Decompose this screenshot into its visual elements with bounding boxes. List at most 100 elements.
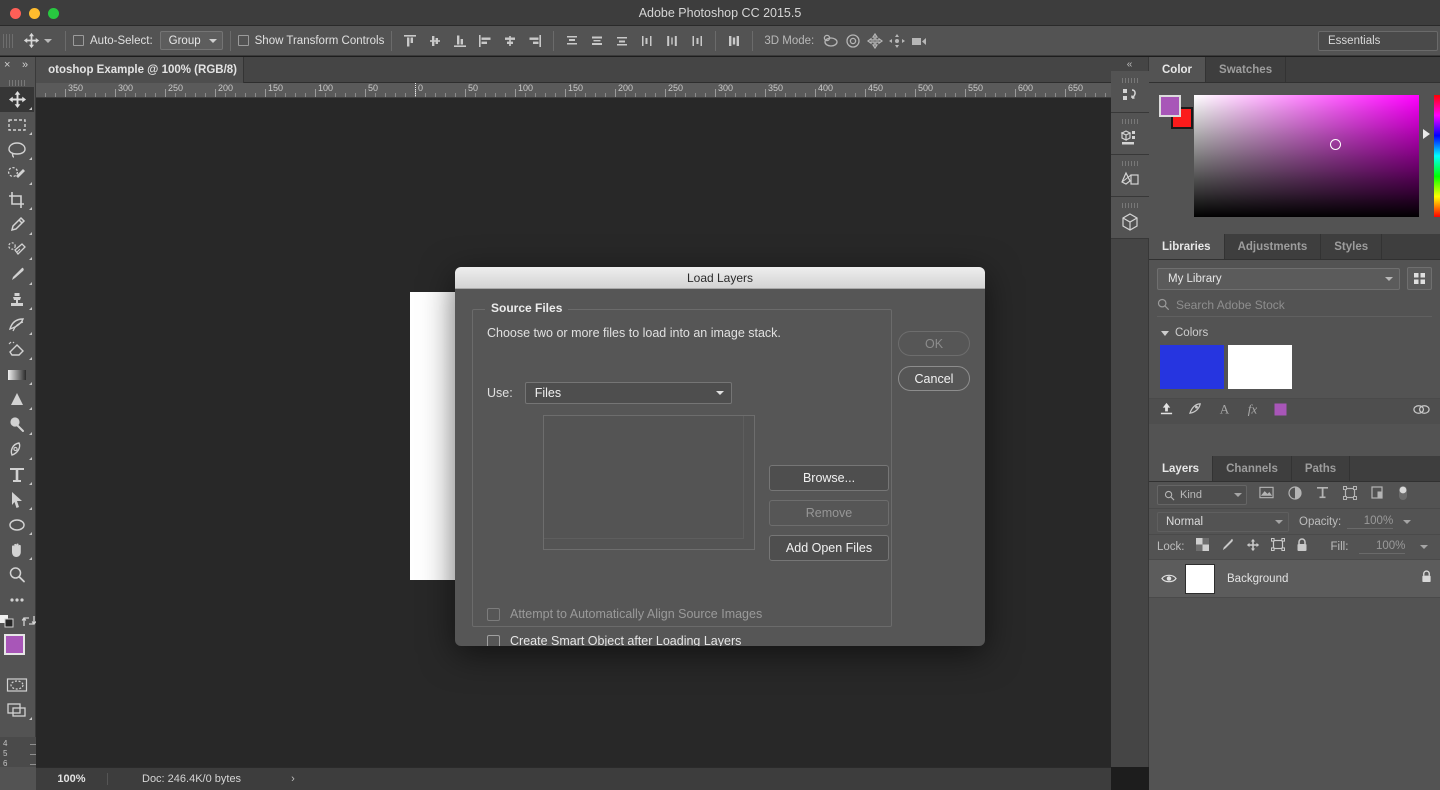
upload-to-library-button[interactable]	[1159, 402, 1174, 421]
dodge-tool-button[interactable]	[0, 412, 34, 437]
tab-color[interactable]: Color	[1149, 57, 1207, 82]
horizontal-type-tool-button[interactable]	[0, 462, 34, 487]
brush-tool-button[interactable]	[0, 262, 34, 287]
history-brush-tool-button[interactable]	[0, 312, 34, 337]
spot-healing-brush-tool-button[interactable]	[0, 237, 34, 262]
blur-tool-button[interactable]	[0, 387, 34, 412]
add-open-files-button[interactable]: Add Open Files	[769, 535, 889, 561]
collapse-panels-button[interactable]: «	[1111, 57, 1148, 71]
lock-all-button[interactable]	[1296, 537, 1308, 557]
tab-layers[interactable]: Layers	[1149, 456, 1214, 481]
slide-3d-button[interactable]	[886, 31, 908, 51]
load-layers-dialog[interactable]: Load Layers Source Files Choose two or m…	[455, 267, 985, 646]
add-text-style-button[interactable]: A	[1218, 402, 1231, 421]
colors-group-header[interactable]: Colors	[1149, 317, 1440, 345]
zoom-level[interactable]: 100%	[36, 773, 108, 785]
filter-enable-toggle[interactable]	[1398, 485, 1408, 506]
fill-value[interactable]: 100%	[1359, 540, 1406, 554]
lock-image-pixels-button[interactable]	[1220, 538, 1235, 557]
close-icon[interactable]: ×	[4, 59, 10, 71]
history-panel-button[interactable]	[1111, 71, 1149, 113]
horizontal-ruler[interactable]: 350 300 250 200 150 100 50 0 50 100 150 200 250 300 35…	[36, 83, 1111, 98]
tab-paths[interactable]: Paths	[1292, 456, 1351, 481]
edit-toolbar-button[interactable]	[0, 587, 34, 612]
color-picker-field[interactable]	[1194, 95, 1419, 217]
show-transform-controls-checkbox[interactable]: Show Transform Controls	[237, 35, 384, 47]
properties-panel-button[interactable]	[1111, 113, 1149, 155]
auto-select-checkbox[interactable]: Auto-Select:	[73, 35, 153, 47]
ok-button[interactable]: OK	[898, 331, 970, 356]
hue-slider[interactable]	[1434, 95, 1440, 217]
adobe-stock-search[interactable]: Search Adobe Stock	[1157, 297, 1432, 317]
link-library-button[interactable]	[1413, 403, 1430, 421]
orbit-3d-button[interactable]	[820, 31, 842, 51]
lock-position-button[interactable]	[1246, 538, 1260, 557]
hand-tool-button[interactable]	[0, 537, 34, 562]
remove-button[interactable]: Remove	[769, 500, 889, 526]
auto-align-checkbox[interactable]: Attempt to Automatically Align Source Im…	[487, 607, 762, 621]
tab-swatches[interactable]: Swatches	[1206, 57, 1287, 82]
lock-artboard-nesting-button[interactable]	[1270, 538, 1285, 556]
foreground-color-swatch[interactable]	[4, 634, 25, 655]
move-tool-button[interactable]	[0, 87, 34, 112]
filter-shape-layers-button[interactable]	[1343, 485, 1357, 505]
library-color-swatch[interactable]	[1228, 345, 1292, 389]
expand-toolbox-icon[interactable]: »	[22, 59, 28, 71]
create-smart-object-checkbox[interactable]: Create Smart Object after Loading Layers	[487, 634, 741, 646]
swap-foreground-background-button[interactable]	[21, 614, 37, 628]
add-color-button[interactable]	[1274, 403, 1287, 421]
align-right-edges-button[interactable]	[524, 30, 546, 52]
distribute-right-edges-button[interactable]	[686, 30, 708, 52]
tab-libraries[interactable]: Libraries	[1149, 234, 1225, 259]
pen-tool-button[interactable]	[0, 437, 34, 462]
align-top-edges-button[interactable]	[399, 30, 421, 52]
opacity-chevron-down-icon[interactable]	[1403, 519, 1412, 524]
use-dropdown[interactable]: Files	[524, 382, 732, 404]
3d-panel-button[interactable]	[1111, 197, 1149, 239]
opacity-value[interactable]: 100%	[1347, 515, 1394, 529]
tab-styles[interactable]: Styles	[1321, 234, 1383, 259]
align-vertical-centers-button[interactable]	[424, 30, 446, 52]
paths-panel-button[interactable]	[1111, 155, 1149, 197]
roll-3d-button[interactable]	[842, 31, 864, 51]
align-left-edges-button[interactable]	[474, 30, 496, 52]
distribute-horizontal-centers-button[interactable]	[661, 30, 683, 52]
lock-transparent-pixels-button[interactable]	[1195, 538, 1209, 556]
fill-chevron-down-icon[interactable]	[1420, 545, 1429, 549]
align-bottom-edges-button[interactable]	[449, 30, 471, 52]
color-panel-foreground-swatch[interactable]	[1159, 95, 1181, 117]
current-tool-selector[interactable]	[15, 26, 58, 56]
quick-selection-tool-button[interactable]	[0, 162, 34, 187]
lasso-tool-button[interactable]	[0, 137, 34, 162]
grid-view-button[interactable]	[1407, 267, 1432, 290]
add-graphic-button[interactable]	[1188, 402, 1204, 421]
eyedropper-tool-button[interactable]	[0, 212, 34, 237]
options-bar-grip[interactable]	[3, 29, 13, 52]
tab-channels[interactable]: Channels	[1213, 456, 1292, 481]
filter-smart-object-layers-button[interactable]	[1371, 486, 1384, 504]
layer-visibility-toggle[interactable]	[1157, 573, 1181, 584]
distribute-left-edges-button[interactable]	[636, 30, 658, 52]
browse-button[interactable]: Browse...	[769, 465, 889, 491]
gradient-tool-button[interactable]	[0, 362, 34, 387]
auto-align-layers-button[interactable]	[723, 30, 745, 52]
eraser-tool-button[interactable]	[0, 337, 34, 362]
tab-adjustments[interactable]: Adjustments	[1225, 234, 1322, 259]
filter-pixel-layers-button[interactable]	[1259, 486, 1274, 504]
zoom-tool-button[interactable]	[0, 562, 34, 587]
filter-type-layers-button[interactable]	[1316, 486, 1329, 504]
add-layer-style-button[interactable]: fx	[1245, 402, 1260, 421]
align-horizontal-centers-button[interactable]	[499, 30, 521, 52]
auto-select-scope-dropdown[interactable]: Group	[159, 31, 223, 50]
library-color-swatch[interactable]	[1160, 345, 1224, 389]
clone-stamp-tool-button[interactable]	[0, 287, 34, 312]
blend-mode-dropdown[interactable]: Normal	[1157, 511, 1289, 532]
quick-mask-mode-button[interactable]	[0, 672, 34, 697]
distribute-top-edges-button[interactable]	[561, 30, 583, 52]
cancel-button[interactable]: Cancel	[898, 366, 970, 391]
crop-tool-button[interactable]	[0, 187, 34, 212]
status-menu-arrow-icon[interactable]: ›	[291, 773, 295, 785]
library-dropdown[interactable]: My Library	[1157, 267, 1400, 290]
distribute-bottom-edges-button[interactable]	[611, 30, 633, 52]
ellipse-shape-tool-button[interactable]	[0, 512, 34, 537]
